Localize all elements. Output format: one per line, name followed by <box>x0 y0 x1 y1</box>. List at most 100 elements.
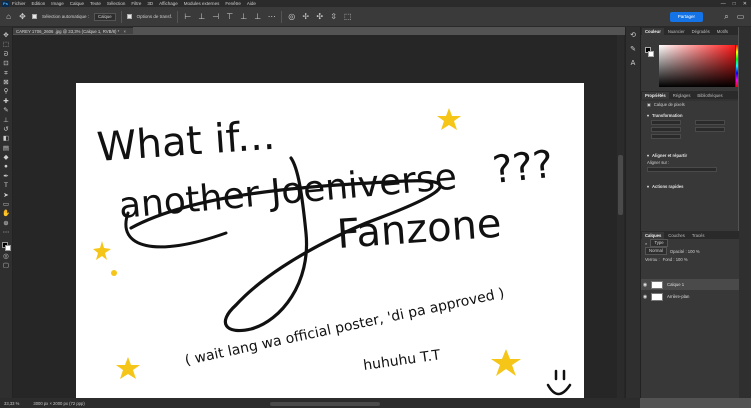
3d-rotate-icon[interactable]: ✢ <box>301 12 310 21</box>
align-buttons[interactable] <box>647 167 717 172</box>
tab-traces[interactable]: Tracés <box>689 232 708 239</box>
quick-mask-icon[interactable]: ◎ <box>2 253 11 261</box>
align-center-icon[interactable]: ⊥ <box>197 12 206 21</box>
vertical-scroll-thumb[interactable] <box>618 155 623 215</box>
layer-row[interactable]: ◉ Arrière-plan <box>641 291 739 302</box>
vertical-scrollbar[interactable] <box>617 35 624 398</box>
more-options-icon[interactable]: ⋯ <box>267 12 276 21</box>
3d-scale-icon[interactable]: ⬚ <box>343 12 352 21</box>
eyedropper-icon[interactable]: ⚲ <box>2 88 11 96</box>
tab-bibliotheques[interactable]: Bibliothèques <box>694 92 725 99</box>
hand-icon[interactable]: ✋ <box>2 210 11 218</box>
screen-mode-icon[interactable]: ▢ <box>2 262 11 270</box>
3d-pan-icon[interactable]: ✣ <box>315 12 324 21</box>
home-icon[interactable]: ⌂ <box>4 12 13 21</box>
document-info[interactable]: 3000 px × 2000 px (72 ppp) <box>33 401 84 406</box>
menu-texte[interactable]: Texte <box>90 1 101 6</box>
stamp-icon[interactable]: ⊥ <box>2 117 11 125</box>
tab-motifs[interactable]: Motifs <box>714 28 731 35</box>
menu-selection[interactable]: Sélection <box>107 1 126 6</box>
y-field[interactable] <box>695 127 725 132</box>
pen-icon[interactable]: ✒ <box>2 173 11 181</box>
layer-row[interactable]: ◉ Calque 1 <box>641 279 739 290</box>
character-panel-icon[interactable]: A <box>629 60 637 68</box>
move-tool-icon[interactable]: ✥ <box>18 12 27 21</box>
menu-modules-externes[interactable]: Modules externes <box>184 1 220 6</box>
workspace-icon[interactable]: ▭ <box>736 12 745 21</box>
x-field[interactable] <box>695 120 725 125</box>
3d-mode-icon[interactable]: ◎ <box>287 12 296 21</box>
crop-icon[interactable]: ⌗ <box>2 70 11 78</box>
align-right-icon[interactable]: ⊣ <box>211 12 220 21</box>
shape-icon[interactable]: ▭ <box>2 201 11 209</box>
layer-kind-filter[interactable]: Type <box>650 239 668 247</box>
angle-field[interactable] <box>651 134 681 139</box>
maximize-button[interactable]: □ <box>733 1 736 7</box>
tab-reglages[interactable]: Réglages <box>670 92 694 99</box>
share-button[interactable]: Partager <box>669 11 703 22</box>
menu-affichage[interactable]: Affichage <box>159 1 178 6</box>
color-picker-field[interactable] <box>659 45 735 87</box>
document-tab[interactable]: CAREY 1706_2606 .jpg @ 33,3% (Calque 1, … <box>13 27 133 34</box>
auto-select-dropdown[interactable]: Calque <box>94 12 116 21</box>
healing-icon[interactable]: ✚ <box>2 98 11 106</box>
brush-icon[interactable]: ✎ <box>2 107 11 115</box>
blur-icon[interactable]: ◆ <box>2 154 11 162</box>
hue-slider[interactable] <box>736 45 738 87</box>
menu-filtre[interactable]: Filtre <box>131 1 141 6</box>
tab-calques[interactable]: Calques <box>642 232 665 239</box>
menu-aide[interactable]: Aide <box>247 1 256 6</box>
menu-calque[interactable]: Calque <box>70 1 84 6</box>
3d-slide-icon[interactable]: ⇳ <box>329 12 338 21</box>
auto-select-checkbox[interactable] <box>32 14 37 19</box>
zoom-level[interactable]: 33,33 % <box>4 401 19 406</box>
align-top-icon[interactable]: ⊤ <box>225 12 234 21</box>
horizontal-scroll-thumb[interactable] <box>270 402 380 406</box>
background-color-swatch[interactable] <box>5 244 11 251</box>
transform-section[interactable]: ▾ Transformation <box>641 112 738 119</box>
width-field[interactable] <box>651 120 681 125</box>
opacity-field[interactable]: Opacité : 100 % <box>670 249 700 254</box>
lasso-icon[interactable]: ᘐ <box>2 51 11 59</box>
zoom-icon[interactable]: ⊕ <box>2 220 11 228</box>
close-tab-icon[interactable]: × <box>124 29 127 34</box>
marquee-icon[interactable]: ⬚ <box>2 41 11 49</box>
history-panel-icon[interactable]: ⟲ <box>629 32 637 40</box>
history-brush-icon[interactable]: ↺ <box>2 126 11 134</box>
canvas-workspace[interactable]: What if... another Joeniverse Fanzone ??… <box>13 35 625 408</box>
menu-image[interactable]: Image <box>51 1 64 6</box>
tab-proprietes[interactable]: Propriétés <box>642 92 669 99</box>
align-left-icon[interactable]: ⊢ <box>183 12 192 21</box>
type-icon[interactable]: T <box>2 182 11 190</box>
menu-fenetre[interactable]: Fenêtre <box>225 1 241 6</box>
brush-settings-icon[interactable]: ✎ <box>629 46 637 54</box>
document-canvas[interactable]: What if... another Joeniverse Fanzone ??… <box>76 83 584 408</box>
blend-mode-dropdown[interactable]: Normal <box>645 247 667 255</box>
dodge-icon[interactable]: ● <box>2 163 11 171</box>
move-tool-icon[interactable]: ✥ <box>2 32 11 40</box>
tab-nuancier[interactable]: Nuancier <box>665 28 688 35</box>
transform-checkbox[interactable] <box>126 14 132 19</box>
tab-couleur[interactable]: Couleur <box>642 28 664 35</box>
tab-degrades[interactable]: Dégradés <box>689 28 713 35</box>
gradient-icon[interactable]: ▤ <box>2 145 11 153</box>
menu-edition[interactable]: Edition <box>32 1 46 6</box>
search-icon[interactable]: ⌕ <box>722 12 731 21</box>
align-section[interactable]: ▾ Aligner et répartir <box>641 152 738 159</box>
height-field[interactable] <box>651 127 681 132</box>
menu-3d[interactable]: 3D <box>147 1 153 6</box>
eraser-icon[interactable]: ◧ <box>2 135 11 143</box>
tab-couches[interactable]: Couches <box>665 232 688 239</box>
more-tools-icon[interactable]: ⋯ <box>2 229 11 237</box>
eye-icon[interactable]: ◉ <box>641 294 649 300</box>
eye-icon[interactable]: ◉ <box>641 282 649 288</box>
align-middle-icon[interactable]: ⊥ <box>239 12 248 21</box>
quick-actions-section[interactable]: ▾ Actions rapides <box>641 183 738 190</box>
minimize-button[interactable]: — <box>721 1 726 7</box>
fill-field[interactable]: Fond : 100 % <box>663 257 688 262</box>
color-panel-swatches[interactable] <box>645 47 655 59</box>
object-select-icon[interactable]: ⊡ <box>2 60 11 68</box>
path-select-icon[interactable]: ➤ <box>2 192 11 200</box>
color-swatches[interactable] <box>1 241 11 252</box>
close-window-button[interactable]: ✕ <box>743 1 747 7</box>
